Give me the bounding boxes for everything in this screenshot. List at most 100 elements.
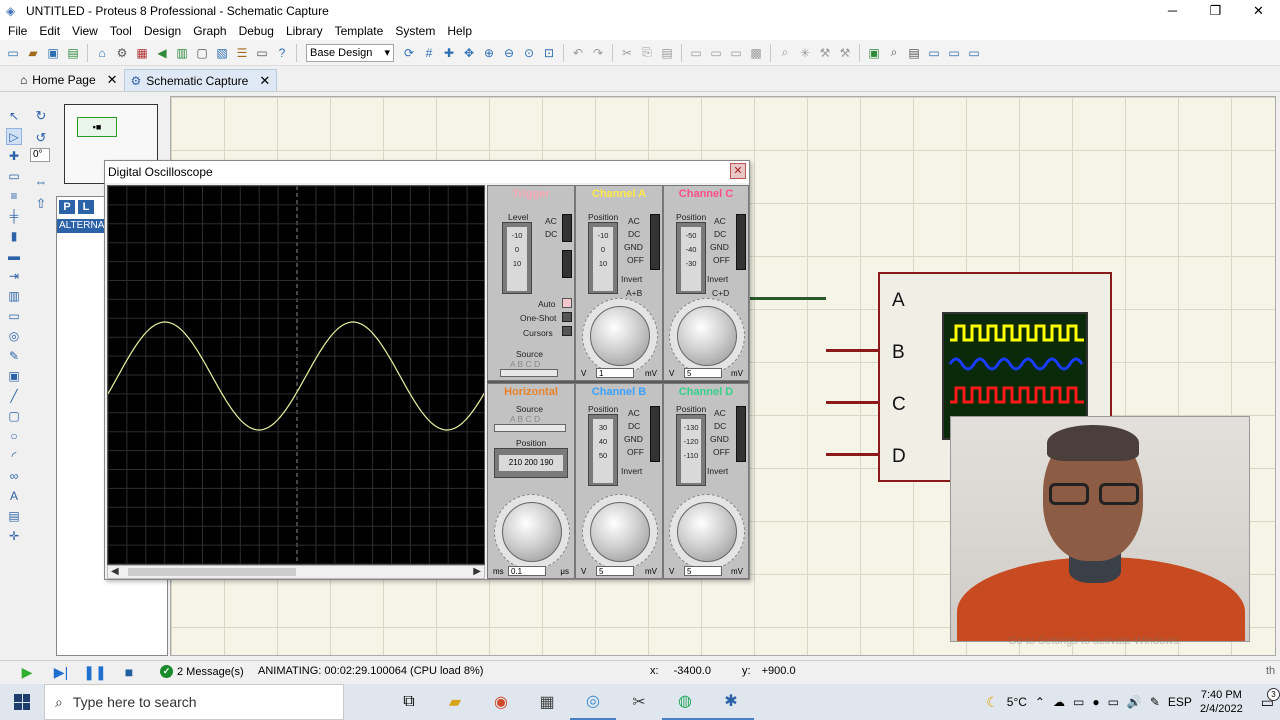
onedrive-icon[interactable]: ☁	[1053, 695, 1065, 709]
property-assignment-icon[interactable]: ▤	[905, 44, 923, 62]
line-icon[interactable]: ╱	[6, 388, 22, 405]
channel-d-coupling-switch[interactable]	[736, 406, 746, 462]
paste-icon[interactable]: ▤	[658, 44, 676, 62]
clock[interactable]: 7:40 PM 2/4/2022	[1200, 688, 1243, 716]
oscilloscope-horizontal-scrollbar[interactable]: ◀ ▶	[107, 565, 485, 579]
wire-pin-c[interactable]	[826, 401, 880, 404]
chrome-icon[interactable]: ◉	[478, 684, 524, 720]
proteus-taskbar-icon[interactable]: ✱	[708, 684, 754, 720]
network-icon[interactable]: ▭	[1073, 695, 1084, 709]
horizontal-position-control[interactable]: 210 200 190	[494, 448, 568, 478]
channel-b-coupling-switch[interactable]	[650, 406, 660, 462]
circle-icon[interactable]: ○	[6, 428, 22, 445]
arc-icon[interactable]: ◜	[6, 448, 22, 465]
block-delete-icon[interactable]: ▩	[747, 44, 765, 62]
menu-file[interactable]: File	[2, 24, 33, 38]
channel-d-volts-knob[interactable]	[677, 502, 737, 562]
zoom-out-icon[interactable]: ⊖	[500, 44, 518, 62]
trigger-auto-button[interactable]	[562, 298, 572, 308]
channel-b-position-slider[interactable]: 30 40 50	[588, 414, 618, 486]
cut-icon[interactable]: ✂	[618, 44, 636, 62]
scroll-left-icon[interactable]: ◀	[111, 566, 119, 577]
make-device-icon[interactable]: ✳	[796, 44, 814, 62]
voltage-probe-icon[interactable]: ✎	[6, 348, 22, 365]
marker-icon[interactable]: ✛	[6, 528, 22, 545]
notification-icon[interactable]: ▭ 3	[1261, 687, 1280, 711]
channel-d-value[interactable]: 5	[684, 566, 722, 576]
source-code-icon[interactable]: ▧	[213, 44, 231, 62]
rotation-angle-field[interactable]: 0°	[30, 148, 50, 162]
rotate-clockwise-icon[interactable]: ↻	[33, 108, 49, 124]
menu-help[interactable]: Help	[441, 24, 478, 38]
tab-schematic-capture[interactable]: ⚙ Schematic Capture ✕	[123, 69, 278, 91]
message-count[interactable]: ✓ 2 Message(s)	[160, 665, 244, 678]
menu-system[interactable]: System	[389, 24, 441, 38]
design-select[interactable]: Base Design ▾	[306, 43, 394, 62]
import-icon[interactable]: ▤	[64, 44, 82, 62]
browser-icon[interactable]: ◍	[662, 684, 708, 720]
scroll-right-icon[interactable]: ▶	[473, 566, 481, 577]
menu-design[interactable]: Design	[138, 24, 187, 38]
menu-graph[interactable]: Graph	[187, 24, 232, 38]
redo-icon[interactable]: ↷	[589, 44, 607, 62]
tape-recorder-icon[interactable]: ▭	[6, 308, 22, 325]
selection-mode-icon[interactable]: ↖	[6, 108, 22, 125]
refresh-icon[interactable]: ⟳	[400, 44, 418, 62]
remove-sheet-icon[interactable]: ▭	[945, 44, 963, 62]
restore-button[interactable]: ❐	[1194, 0, 1237, 22]
schematic-icon[interactable]: ⚙	[113, 44, 131, 62]
snipping-tool-icon[interactable]: ✂	[616, 684, 662, 720]
play-icon[interactable]: ▶	[18, 664, 36, 680]
task-view-icon[interactable]: ⧉	[386, 684, 432, 720]
trigger-level-slider[interactable]: -10 0 10	[502, 222, 532, 294]
buses-icon[interactable]: ╪	[6, 208, 22, 225]
channel-a-coupling-switch[interactable]	[650, 214, 660, 270]
pcb-layout-icon[interactable]: ▦	[133, 44, 151, 62]
tab-home-page[interactable]: ⌂ Home Page ✕	[14, 69, 124, 91]
wire-pin-b[interactable]	[826, 349, 880, 352]
pick-devices-button[interactable]: P	[59, 200, 75, 214]
menu-tool[interactable]: Tool	[104, 24, 138, 38]
subcircuit-icon[interactable]: ▮	[6, 228, 22, 245]
calculator-icon[interactable]: ▦	[524, 684, 570, 720]
horizontal-value[interactable]: 0.1	[508, 566, 546, 576]
horizontal-source-slider[interactable]	[494, 424, 566, 432]
trigger-cursors-button[interactable]	[562, 326, 572, 336]
terminals-icon[interactable]: ▬	[6, 248, 22, 265]
graph-mode-icon[interactable]: ▥	[6, 288, 22, 305]
channel-b-volts-knob[interactable]	[590, 502, 650, 562]
block-copy-icon[interactable]: ▭	[687, 44, 705, 62]
virtual-instruments-icon[interactable]: ▣	[6, 368, 22, 385]
menu-view[interactable]: View	[66, 24, 104, 38]
channel-d-position-slider[interactable]: -130 -120 -110	[676, 414, 706, 486]
channel-c-position-slider[interactable]: -50 -40 -30	[676, 222, 706, 294]
new-sheet-icon[interactable]: ▭	[925, 44, 943, 62]
minimize-button[interactable]: ─	[1151, 0, 1194, 22]
package-tool-icon[interactable]: ⚒	[816, 44, 834, 62]
grid-icon[interactable]: #	[420, 44, 438, 62]
close-tab-icon[interactable]: ✕	[259, 73, 270, 89]
channel-c-volts-knob[interactable]	[677, 306, 737, 366]
trigger-one-shot-button[interactable]	[562, 312, 572, 322]
trigger-source-slider[interactable]	[500, 369, 558, 377]
project-notes-icon[interactable]: ☰	[233, 44, 251, 62]
component-mode-icon[interactable]: ▷	[6, 128, 22, 145]
language-indicator[interactable]: ESP	[1168, 695, 1192, 709]
recorder-icon[interactable]: ◎	[570, 684, 616, 720]
symbol-icon[interactable]: ▤	[6, 508, 22, 525]
open-folder-icon[interactable]: ▰	[24, 44, 42, 62]
home-page-icon[interactable]: ⌂	[93, 44, 111, 62]
mirror-horizontal-icon[interactable]: ⇔	[33, 174, 49, 190]
block-rotate-icon[interactable]: ▭	[727, 44, 745, 62]
trigger-edge-switch[interactable]	[562, 250, 572, 278]
close-tab-icon[interactable]: ✕	[107, 72, 118, 88]
mirror-vertical-icon[interactable]: ⇧	[33, 196, 49, 212]
volume-icon[interactable]: 🔊	[1127, 695, 1142, 709]
origin-icon[interactable]: ✚	[440, 44, 458, 62]
weather-temp[interactable]: 5°C	[1007, 695, 1027, 709]
device-pins-icon[interactable]: ⇥	[6, 268, 22, 285]
channel-c-coupling-switch[interactable]	[736, 214, 746, 270]
stop-icon[interactable]: ■	[120, 664, 138, 680]
pick-device-icon[interactable]: ⌕	[776, 44, 794, 62]
pan-icon[interactable]: ✥	[460, 44, 478, 62]
